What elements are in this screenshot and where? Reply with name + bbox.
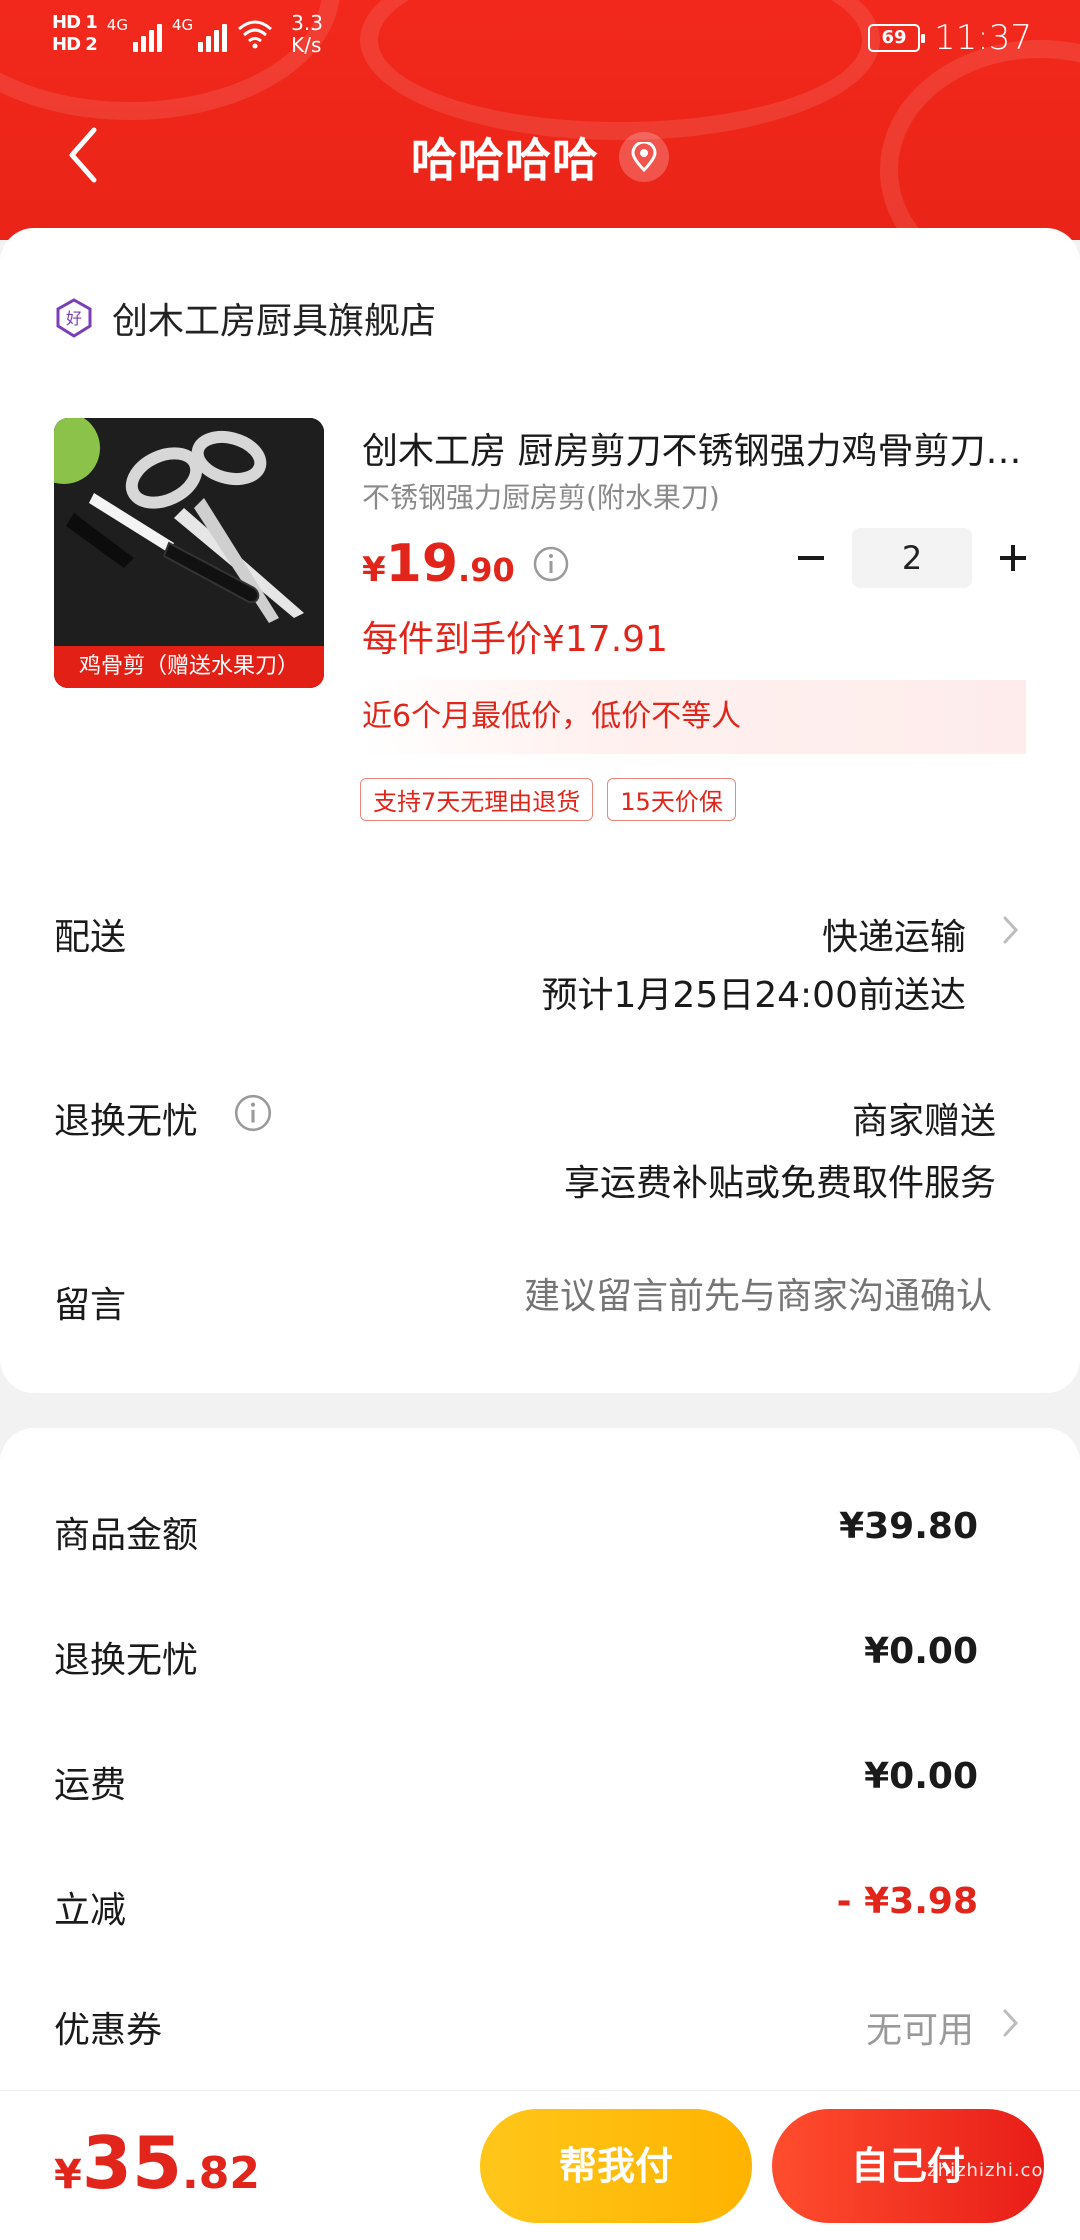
total-decimal: .82 [182,2148,260,2199]
service-tags: 支持7天无理由退货 15天价保 [360,778,736,821]
network-type-label: 4G [106,16,128,34]
info-icon[interactable] [531,544,571,584]
product-spec[interactable]: 不锈钢强力厨房剪(附水果刀) [362,476,720,516]
return-service-gift: 商家赠送 [851,1101,996,1142]
location-pin-icon[interactable] [619,132,669,182]
return-service-desc: 享运费补贴或免费取件服务 [563,1163,996,1204]
checkout-bar: ¥ 35 .82 帮我付 自己付 [0,2090,1080,2240]
chevron-right-icon[interactable] [1000,912,1022,948]
signal-icon-2: 4G [171,16,228,52]
total-integer: 35 [81,2121,183,2205]
goods-amount-label: 商品金额 [54,1515,199,1556]
coupon-label: 优惠券 [54,2010,163,2051]
hd-indicators: HD 1 HD 2 [52,12,98,56]
price-symbol: ¥ [362,550,386,590]
total-price: ¥ 35 .82 [54,2121,260,2205]
quantity-stepper: 2 [784,528,1040,588]
lowest-price-note: 近6个月最低价，低价不等人 [362,680,1026,754]
network-speed: 3.3 K/s [291,12,323,56]
return-fee-label: 退换无忧 [54,1640,199,1681]
final-price: 每件到手价¥17.91 [362,619,668,660]
status-bar: HD 1 HD 2 4G 4G 3.3 K/s 69 11:37 [0,0,1080,76]
product-image-caption: 鸡骨剪（赠送水果刀） [54,646,324,688]
watermark: zhizhizhi.com [927,2160,1062,2181]
good-shop-badge-icon: 好 [56,298,92,338]
return-service-label: 退换无忧 [54,1101,199,1142]
speed-unit: K/s [291,33,322,57]
shipping-value: ¥0.00 [864,1756,978,1797]
quantity-value[interactable]: 2 [852,528,972,588]
message-label: 留言 [54,1285,127,1326]
shipping-label: 运费 [54,1765,127,1806]
network-type-label-2: 4G [171,16,194,34]
price-integer: 19 [385,534,459,594]
shop-row[interactable]: 好 创木工房厨具旗舰店 [54,292,436,344]
wifi-icon [238,20,273,49]
return-tag: 支持7天无理由退货 [360,778,594,821]
price-summary-card: 商品金额 ¥39.80 退换无忧 ¥0.00 运费 ¥0.00 立减 - ¥3.… [0,1428,1080,2148]
product-image[interactable]: 鸡骨剪（赠送水果刀） [54,418,324,688]
discount-label: 立减 [54,1890,127,1931]
plus-icon[interactable] [986,531,1040,585]
help-pay-button[interactable]: 帮我付 [480,2109,752,2223]
chevron-right-icon[interactable] [1000,2005,1022,2041]
header: HD 1 HD 2 4G 4G 3.3 K/s 69 11:37 哈哈哈哈 [0,0,1080,240]
order-item-card: 好 创木工房厨具旗舰店 鸡骨剪（赠送水果刀） 创木工房 厨房剪刀不锈钢强力鸡骨剪… [0,228,1080,1393]
goods-amount-value: ¥39.80 [839,1506,978,1547]
delivery-eta: 预计1月25日24:00前送达 [541,975,966,1016]
clock: 11:37 [934,18,1032,58]
total-symbol: ¥ [54,2152,82,2198]
message-input[interactable] [432,1276,992,1317]
svg-text:好: 好 [66,309,82,328]
discount-value: - ¥3.98 [836,1881,978,1922]
delivery-method[interactable]: 快递运输 [822,908,966,960]
unit-price: ¥ 19 .90 [362,534,571,594]
coupon-value[interactable]: 无可用 [866,2001,974,2053]
product-title[interactable]: 创木工房 厨房剪刀不锈钢强力鸡骨剪刀家用多功能 [362,422,1026,474]
return-fee-value: ¥0.00 [864,1631,978,1672]
price-decimal: .90 [458,551,515,589]
page-title: 哈哈哈哈 [411,133,599,187]
shop-name: 创木工房厨具旗舰店 [112,301,437,342]
speed-value: 3.3 [291,11,323,35]
nav-bar: 哈哈哈哈 [0,100,1080,210]
hd1-label: HD 1 [52,12,98,33]
delivery-label: 配送 [54,917,127,958]
minus-icon[interactable] [784,531,838,585]
signal-icon: 4G [107,16,162,52]
hd2-label: HD 2 [52,34,98,55]
info-icon[interactable] [232,1092,274,1134]
price-protect-tag: 15天价保 [607,778,736,821]
battery-icon: 69 [868,24,926,52]
